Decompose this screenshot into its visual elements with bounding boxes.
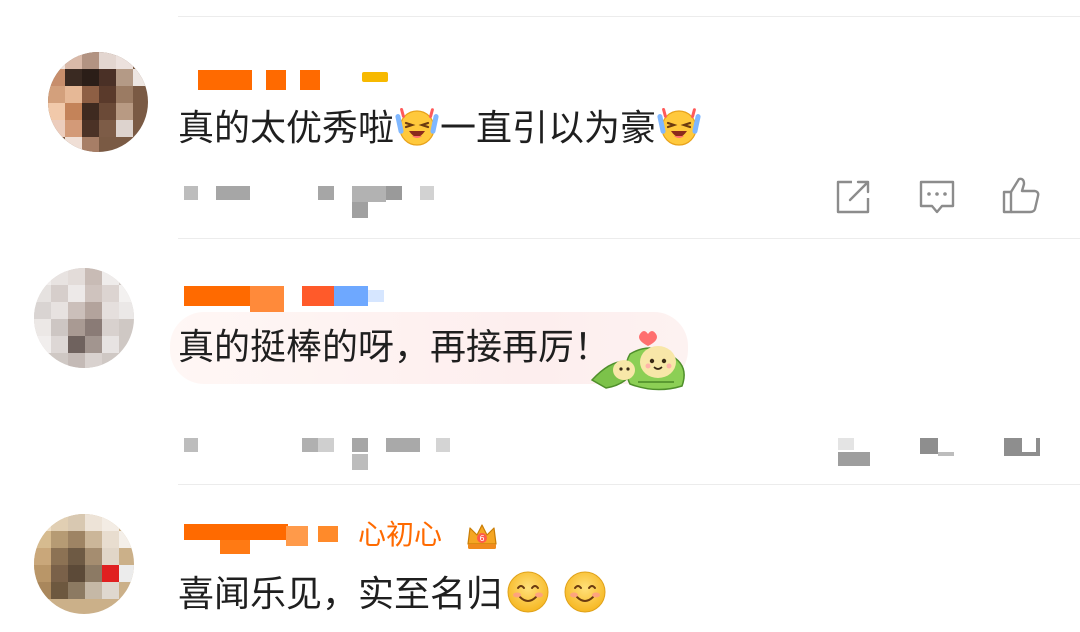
share-icon[interactable] (832, 176, 874, 218)
comment-divider (178, 238, 1080, 239)
laughing-crying-emoji-icon (395, 107, 439, 146)
smile-emoji-icon (507, 571, 549, 613)
comment-text: 真的挺棒的呀，再接再厉！ (178, 327, 611, 368)
svg-text:6: 6 (479, 534, 484, 543)
comment-text: 真的太优秀啦 一直引以为豪 (178, 104, 702, 151)
avatar[interactable] (34, 268, 134, 368)
comment-text: 喜闻乐见，实至名归 (178, 570, 608, 617)
smile-emoji-icon (564, 571, 606, 613)
comment-text-part: 真的太优秀啦 (178, 108, 395, 149)
zongzi-couple-sticker-icon (590, 331, 685, 391)
avatar[interactable] (48, 52, 148, 152)
vip-crown-badge-icon: 6 (467, 524, 497, 549)
username-text[interactable]: 心初心 (358, 518, 442, 552)
avatar[interactable] (34, 514, 134, 614)
top-divider (178, 16, 1080, 17)
laughing-crying-emoji-icon (657, 107, 701, 146)
like-icon[interactable] (1000, 174, 1042, 216)
comment-text-part: 一直引以为豪 (440, 108, 657, 149)
comment-divider (178, 484, 1080, 485)
reply-icon[interactable] (916, 176, 958, 218)
